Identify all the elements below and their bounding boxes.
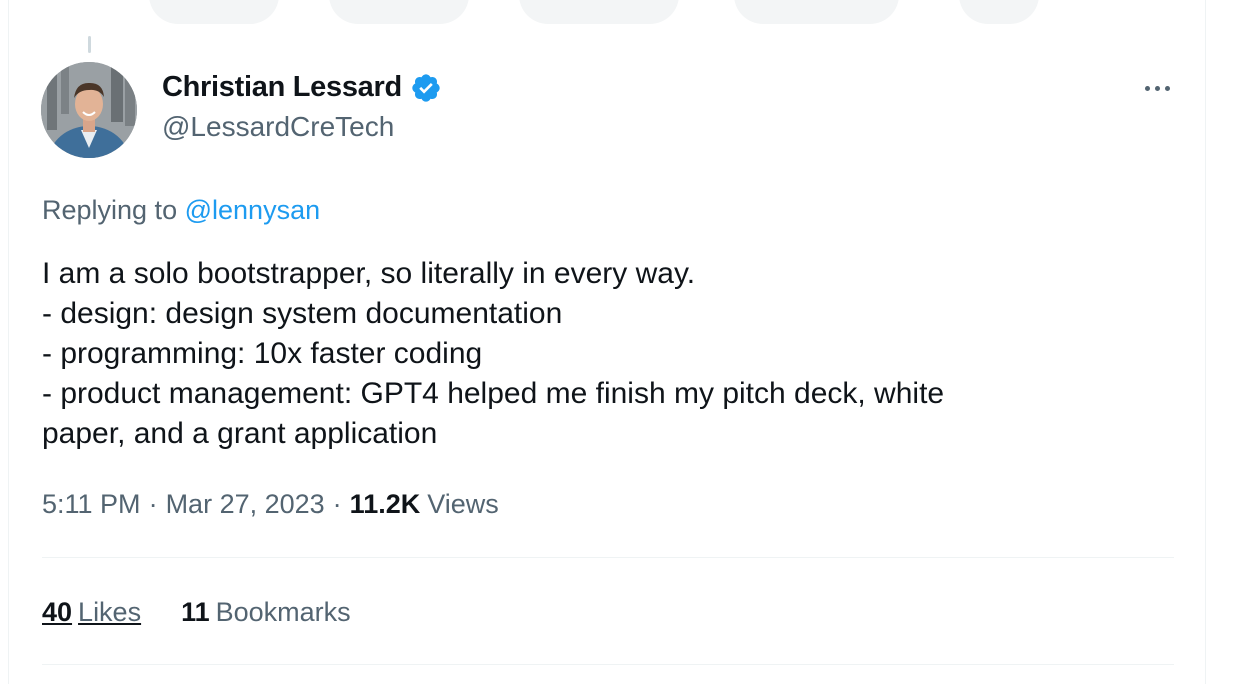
- views-count: 11.2K: [349, 489, 421, 519]
- bookmarks-label: Bookmarks: [215, 597, 351, 627]
- bookmarks-link[interactable]: 11 Bookmarks: [181, 597, 351, 628]
- divider: [42, 664, 1174, 665]
- tweet-line: - product management: GPT4 helped me fin…: [42, 377, 945, 410]
- likes-count: 40: [42, 597, 73, 627]
- tweet-date[interactable]: Mar 27, 2023: [166, 489, 325, 520]
- tweet-text: I am a solo bootstrapper, so literally i…: [42, 254, 1142, 454]
- tweet-meta: 5:11 PM · Mar 27, 2023 · 11.2K Views: [42, 489, 499, 520]
- reply-mention-link[interactable]: @lennysan: [185, 195, 321, 225]
- bookmarks-count: 11: [181, 597, 210, 627]
- tweet-card: Christian Lessard @LessardCreTech Replyi…: [8, 0, 1206, 684]
- tweet-line: - design: design system documentation: [42, 297, 563, 330]
- tweet-time[interactable]: 5:11 PM: [42, 489, 141, 520]
- author-name-row: Christian Lessard: [162, 71, 442, 104]
- likes-link[interactable]: 40 Likes: [42, 597, 141, 628]
- verified-badge-icon: [410, 72, 442, 104]
- author-name[interactable]: Christian Lessard: [162, 71, 402, 104]
- more-horizontal-icon: [1144, 85, 1150, 91]
- avatar[interactable]: [41, 62, 137, 158]
- more-options-button[interactable]: [1139, 78, 1175, 98]
- replying-prefix: Replying to: [42, 195, 178, 225]
- meta-separator: ·: [332, 489, 342, 519]
- thread-connector-line: [88, 36, 91, 53]
- likes-label: Likes: [78, 597, 142, 627]
- previous-tweet-fade: [9, 0, 1205, 30]
- engagement-stats: 40 Likes 11 Bookmarks: [42, 597, 351, 628]
- tweet-line: paper, and a grant application: [42, 417, 438, 450]
- tweet-line: I am a solo bootstrapper, so literally i…: [42, 257, 696, 290]
- tweet-line: - programming: 10x faster coding: [42, 337, 483, 370]
- divider: [42, 557, 1174, 558]
- meta-separator: ·: [148, 489, 158, 519]
- views-label: Views: [427, 489, 499, 519]
- author-handle[interactable]: @LessardCreTech: [162, 111, 394, 143]
- replying-to-line: Replying to @lennysan: [42, 195, 320, 226]
